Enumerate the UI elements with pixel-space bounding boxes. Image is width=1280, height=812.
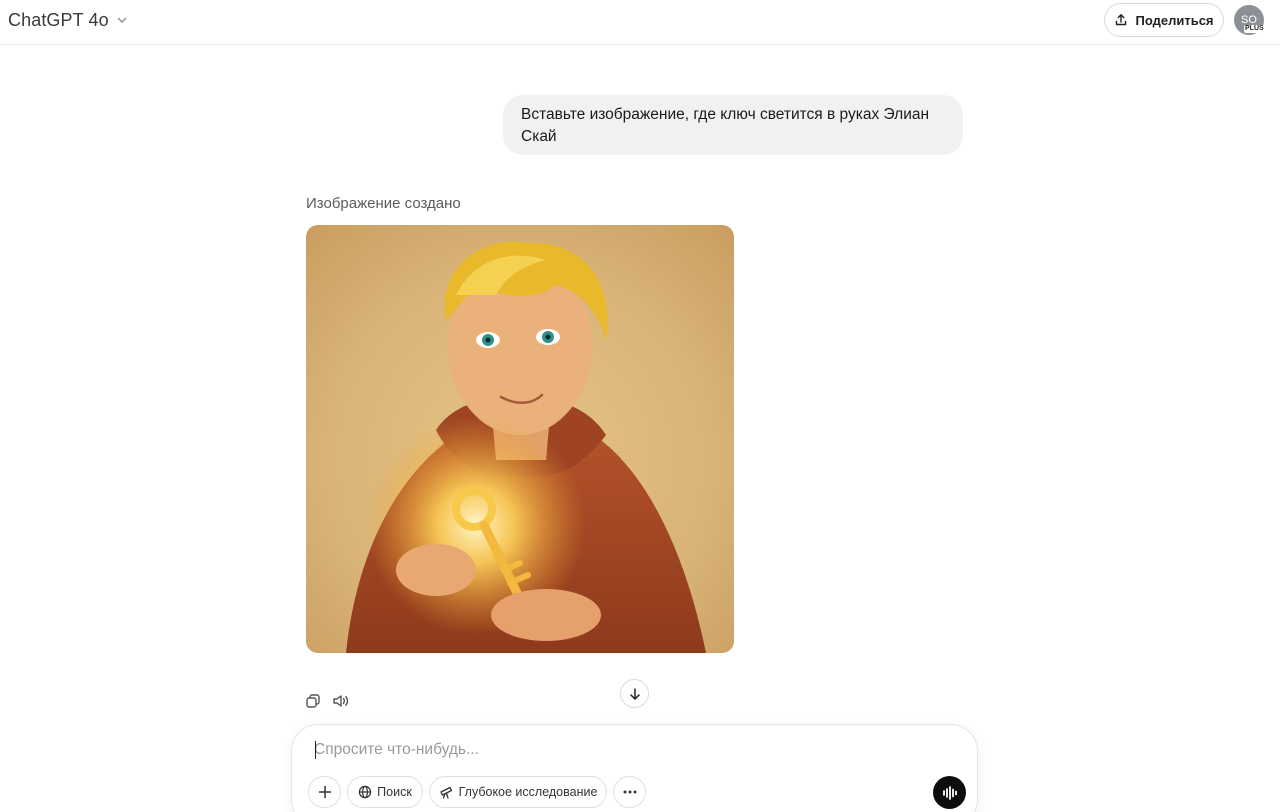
message-actions	[304, 692, 350, 710]
model-name: ChatGPT 4o	[8, 9, 109, 30]
search-label: Поиск	[377, 785, 412, 799]
image-created-status: Изображение создано	[306, 195, 461, 212]
deep-research-button[interactable]: Глубокое исследование	[429, 776, 607, 808]
chevron-down-icon	[115, 13, 129, 27]
voice-mode-button[interactable]	[933, 776, 966, 809]
text-caret	[315, 741, 316, 759]
speaker-icon[interactable]	[332, 692, 350, 710]
search-button[interactable]: Поиск	[347, 776, 423, 808]
plan-badge: PLUS	[1244, 25, 1265, 33]
more-icon	[623, 790, 637, 794]
share-button[interactable]: Поделиться	[1104, 3, 1224, 37]
globe-icon	[358, 785, 372, 799]
generated-image[interactable]	[306, 225, 734, 653]
deep-research-label: Глубокое исследование	[458, 785, 598, 799]
model-switcher[interactable]: ChatGPT 4o	[8, 8, 129, 32]
plus-icon	[318, 785, 332, 799]
share-icon	[1114, 13, 1128, 27]
user-message-bubble: Вставьте изображение, где ключ светится …	[503, 95, 963, 155]
voice-icon	[942, 785, 958, 800]
more-tools-button[interactable]	[613, 776, 646, 808]
top-bar: ChatGPT 4o Поделиться SO PLUS	[0, 0, 1280, 45]
composer: Поиск Глубокое исследование	[292, 725, 977, 812]
share-label: Поделиться	[1135, 12, 1214, 28]
arrow-down-icon	[628, 687, 642, 701]
copy-icon[interactable]	[304, 692, 322, 710]
telescope-icon	[439, 785, 454, 799]
scroll-down-button[interactable]	[620, 679, 649, 708]
add-attachment-button[interactable]	[308, 776, 341, 808]
user-message-text: Вставьте изображение, где ключ светится …	[521, 106, 930, 145]
message-input[interactable]	[314, 739, 914, 761]
